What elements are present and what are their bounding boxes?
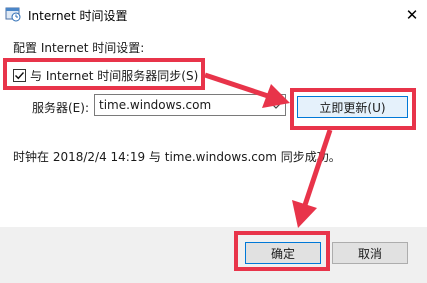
title-bar: Internet 时间设置 ✕ [0,0,427,30]
window-title: Internet 时间设置 [28,9,128,23]
highlight-update-button [290,88,416,130]
server-value: time.windows.com [99,98,212,112]
server-label: 服务器(E): [32,101,89,115]
chevron-down-icon[interactable] [271,100,281,114]
close-button[interactable]: ✕ [397,0,427,30]
section-label: 配置 Internet 时间设置: [13,41,145,55]
highlight-ok-button [234,231,330,271]
highlight-sync-checkbox [3,58,205,90]
clock-settings-icon [5,6,21,22]
cancel-button[interactable]: 取消 [332,242,408,264]
sync-status-message: 时钟在 2018/2/4 14:19 与 time.windows.com 同步… [13,150,341,164]
dialog-footer: 确定 取消 [0,227,427,283]
close-icon: ✕ [405,6,419,24]
server-select[interactable]: time.windows.com [94,94,286,116]
